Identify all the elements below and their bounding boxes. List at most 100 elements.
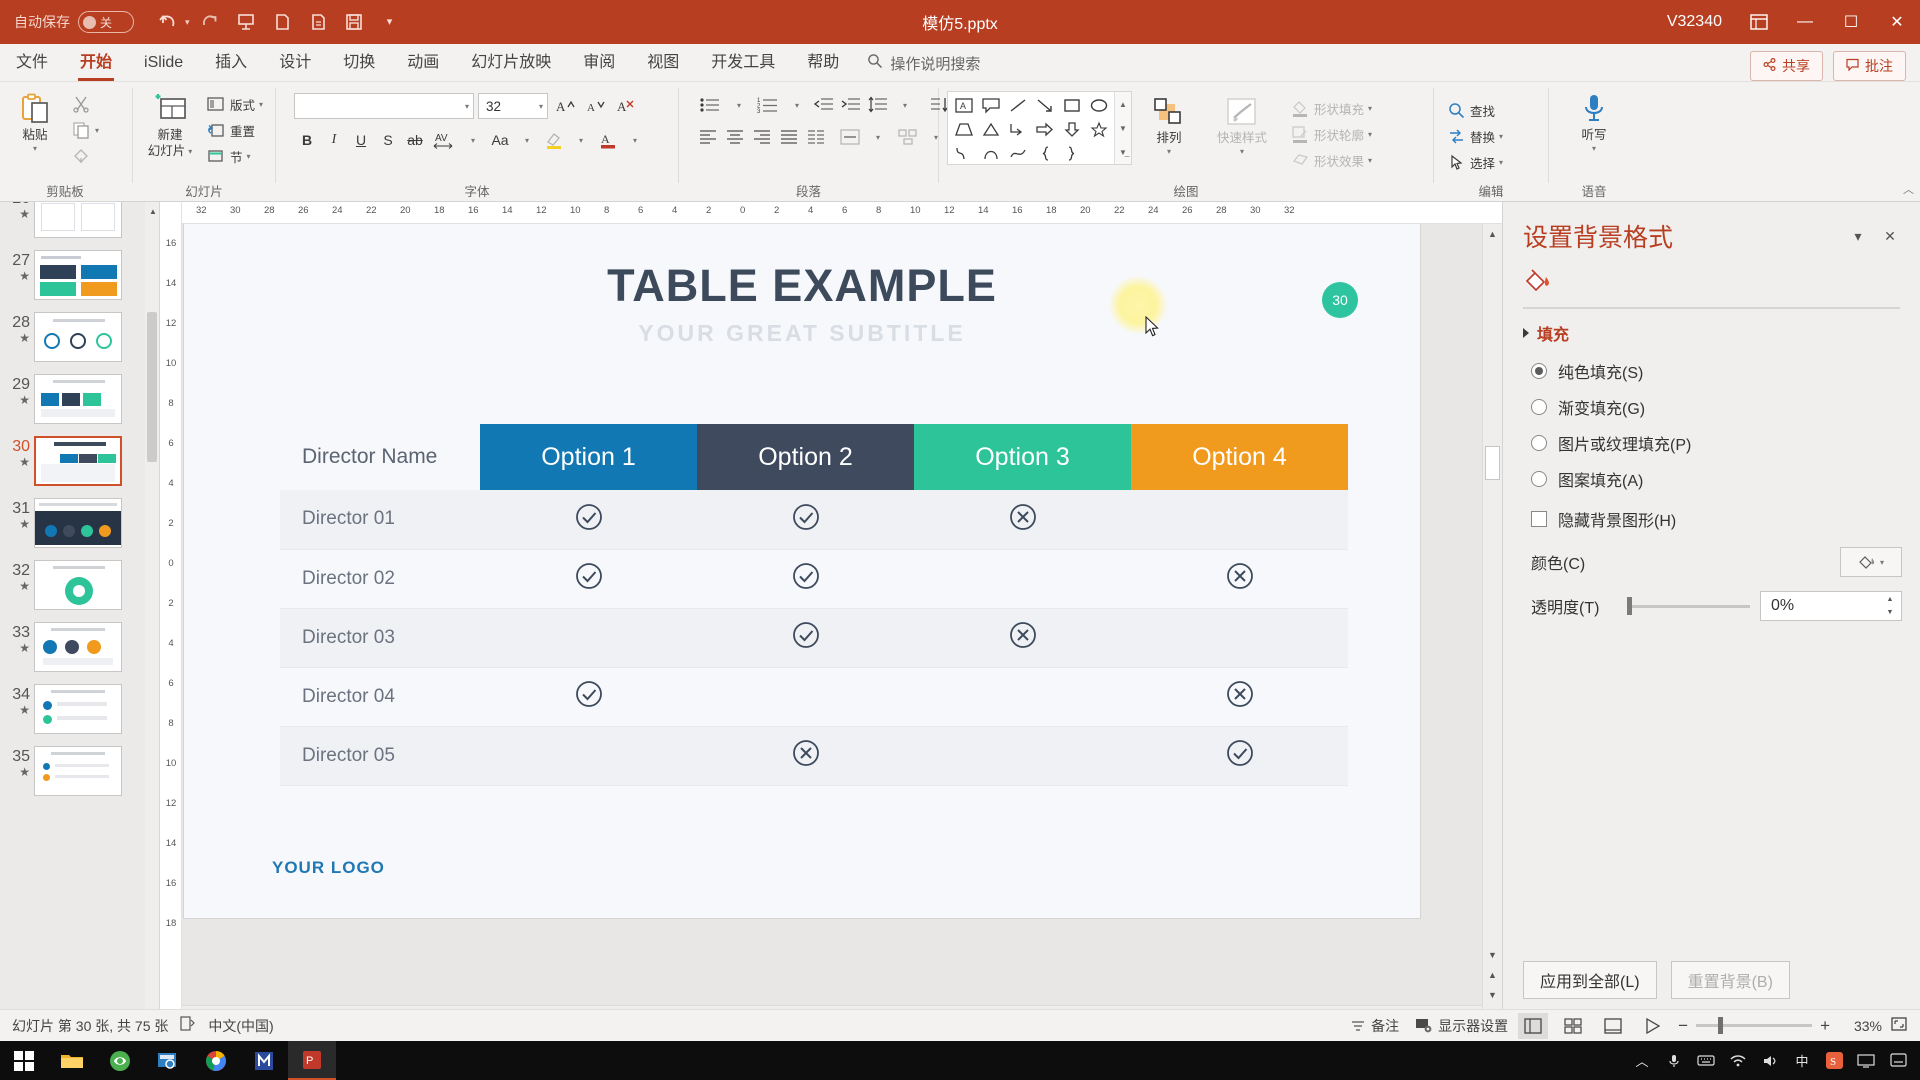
shape-rectangle-icon[interactable] (1060, 94, 1084, 116)
shape-outline-button[interactable]: 形状轮廓 ▾ (1286, 122, 1376, 146)
align-text-caret[interactable]: ▾ (865, 124, 891, 150)
arrange-caret[interactable]: ▾ (1167, 147, 1171, 156)
shape-right-arrow-icon[interactable] (1033, 118, 1057, 140)
dictate-button[interactable]: 听写 ▾ (1565, 88, 1623, 158)
shape-triangle-icon[interactable] (979, 118, 1003, 140)
start-icon[interactable] (0, 1041, 48, 1080)
zoom-slider-knob[interactable] (1718, 1017, 1724, 1034)
line-spacing-button[interactable] (865, 92, 891, 118)
transparency-spin-up-icon[interactable]: ▲ (1881, 593, 1899, 606)
change-case-button[interactable]: Aa (487, 127, 513, 153)
font-color-caret[interactable]: ▾ (622, 127, 648, 153)
volume-icon[interactable] (1756, 1041, 1784, 1080)
slide-canvas-area[interactable]: TABLE EXAMPLE YOUR GREAT SUBTITLE 30 Dir… (182, 224, 1502, 1025)
table-row[interactable]: Director 04 (280, 667, 1348, 727)
numbering-caret[interactable]: ▾ (784, 92, 810, 118)
align-right-button[interactable] (749, 124, 775, 150)
minimize-button[interactable]: — (1782, 0, 1828, 44)
shapes-scroll-up-icon[interactable]: ▲ (1115, 92, 1131, 116)
table-cell-mark-check[interactable] (697, 549, 914, 609)
section-button[interactable]: 节 ▾ (202, 144, 267, 168)
align-left-button[interactable] (695, 124, 721, 150)
table-cell-mark-cross[interactable] (1131, 667, 1348, 727)
mic-icon[interactable] (1660, 1041, 1688, 1080)
apply-to-all-button[interactable]: 应用到全部(L) (1523, 961, 1657, 999)
character-spacing-caret[interactable]: ▾ (460, 127, 486, 153)
radio-picture-fill[interactable] (1531, 435, 1547, 451)
tab-file[interactable]: 文件 (0, 45, 64, 81)
fill-option-gradient[interactable]: 渐变填充(G) (1503, 389, 1920, 425)
slideshow-icon[interactable] (1638, 1013, 1668, 1039)
present-icon[interactable] (230, 7, 262, 37)
slide-thumbnail-pane[interactable]: 26★ 27★ (0, 202, 160, 1025)
layout-dropdown-caret[interactable]: ▾ (259, 100, 263, 109)
canvas-vscroll-thumb[interactable] (1485, 446, 1500, 480)
table-cell-mark-cross[interactable] (914, 490, 1131, 550)
table-cell-empty[interactable] (480, 726, 697, 786)
account-name[interactable]: V32340 (1667, 13, 1722, 31)
shape-fill-button[interactable]: 形状填充 ▾ (1286, 96, 1376, 120)
copy-dropdown-caret[interactable]: ▾ (95, 126, 99, 135)
shape-right-brace-icon[interactable] (1060, 142, 1084, 164)
shape-curve-icon[interactable] (952, 142, 976, 164)
thumbnail-28[interactable]: 29 ★ (0, 368, 159, 430)
customize-qat-icon[interactable]: ▾ (374, 7, 406, 37)
radio-solid-fill[interactable] (1531, 363, 1547, 379)
table-cell-mark-cross[interactable] (1131, 549, 1348, 609)
table-row[interactable]: Director 01 (280, 490, 1348, 550)
select-caret[interactable]: ▾ (1499, 158, 1503, 167)
font-color-button[interactable]: A (595, 127, 621, 153)
thumbnail-29-selected[interactable]: 30 ★ (0, 430, 159, 492)
tab-insert[interactable]: 插入 (199, 45, 263, 81)
font-size-combobox[interactable]: 32 ▾ (478, 93, 548, 119)
shapes-gallery-scrollbar[interactable]: ▲ ▼ ▼̲ (1114, 92, 1131, 164)
shape-oval-icon[interactable] (1087, 94, 1111, 116)
line-spacing-caret[interactable]: ▾ (892, 92, 918, 118)
thumbnail-25[interactable]: 26★ (0, 202, 159, 244)
quick-styles-caret[interactable]: ▾ (1240, 147, 1244, 156)
table-cell-mark-check[interactable] (480, 549, 697, 609)
table-cell-mark-cross[interactable] (697, 726, 914, 786)
undo-dropdown-caret[interactable]: ▾ (185, 17, 190, 28)
close-icon[interactable]: ✕ (1874, 220, 1906, 252)
keyboard-icon[interactable] (1692, 1041, 1720, 1080)
paste-dropdown-caret[interactable]: ▾ (33, 144, 37, 153)
tell-me-search[interactable]: 操作说明搜索 (855, 45, 992, 81)
fit-slide-icon[interactable] (1890, 1016, 1908, 1035)
zoom-level[interactable]: 33% (1838, 1018, 1882, 1034)
notification-icon[interactable] (1884, 1041, 1912, 1080)
thumbnail-scroll-up-icon[interactable]: ▲ (146, 202, 159, 220)
table-cell-mark-check[interactable] (480, 667, 697, 727)
quick-styles-button[interactable]: 快速样式 ▾ (1206, 91, 1278, 161)
zoom-out-button[interactable]: − (1678, 1016, 1688, 1036)
change-case-caret[interactable]: ▾ (514, 127, 540, 153)
decrease-font-size-button[interactable]: A (582, 93, 608, 119)
table-cell-mark-check[interactable] (697, 608, 914, 668)
table-cell-mark-cross[interactable] (914, 608, 1131, 668)
table-cell-empty[interactable] (914, 667, 1131, 727)
tab-animations[interactable]: 动画 (391, 45, 455, 81)
tab-design[interactable]: 设计 (263, 45, 327, 81)
autosave-control[interactable]: 自动保存 关 (14, 11, 134, 33)
checkbox-hide-background-graphics[interactable] (1531, 511, 1547, 527)
format-painter-button[interactable] (67, 144, 103, 168)
text-highlight-caret[interactable]: ▾ (568, 127, 594, 153)
shape-effects-button[interactable]: 形状效果 ▾ (1286, 148, 1376, 172)
shape-outline-caret[interactable]: ▾ (1368, 130, 1372, 139)
numbering-button[interactable]: 123 (753, 92, 783, 118)
slide-surface[interactable]: TABLE EXAMPLE YOUR GREAT SUBTITLE 30 Dir… (184, 224, 1420, 918)
file-explorer-icon[interactable] (48, 1041, 96, 1080)
replace-caret[interactable]: ▾ (1499, 132, 1503, 141)
thumbnail-scrollbar[interactable] (145, 202, 159, 1025)
slide-logo[interactable]: YOUR LOGO (272, 858, 385, 878)
tab-developer[interactable]: 开发工具 (695, 45, 791, 81)
comparison-table[interactable]: Director Name Option 1 Option 2 Option 3… (280, 424, 1348, 786)
thumbnail-33[interactable]: 34 ★ (0, 678, 159, 740)
bullets-button[interactable] (695, 92, 725, 118)
thumbnail-30[interactable]: 31 ★ (0, 492, 159, 554)
section-dropdown-caret[interactable]: ▾ (246, 152, 250, 161)
transparency-slider[interactable] (1627, 597, 1750, 615)
shape-elbow-connector-icon[interactable] (1006, 118, 1030, 140)
canvas-vertical-scrollbar[interactable]: ▲ ▼ ▲ ▼ ▼ (1482, 224, 1502, 1025)
snip-icon[interactable] (144, 1041, 192, 1080)
